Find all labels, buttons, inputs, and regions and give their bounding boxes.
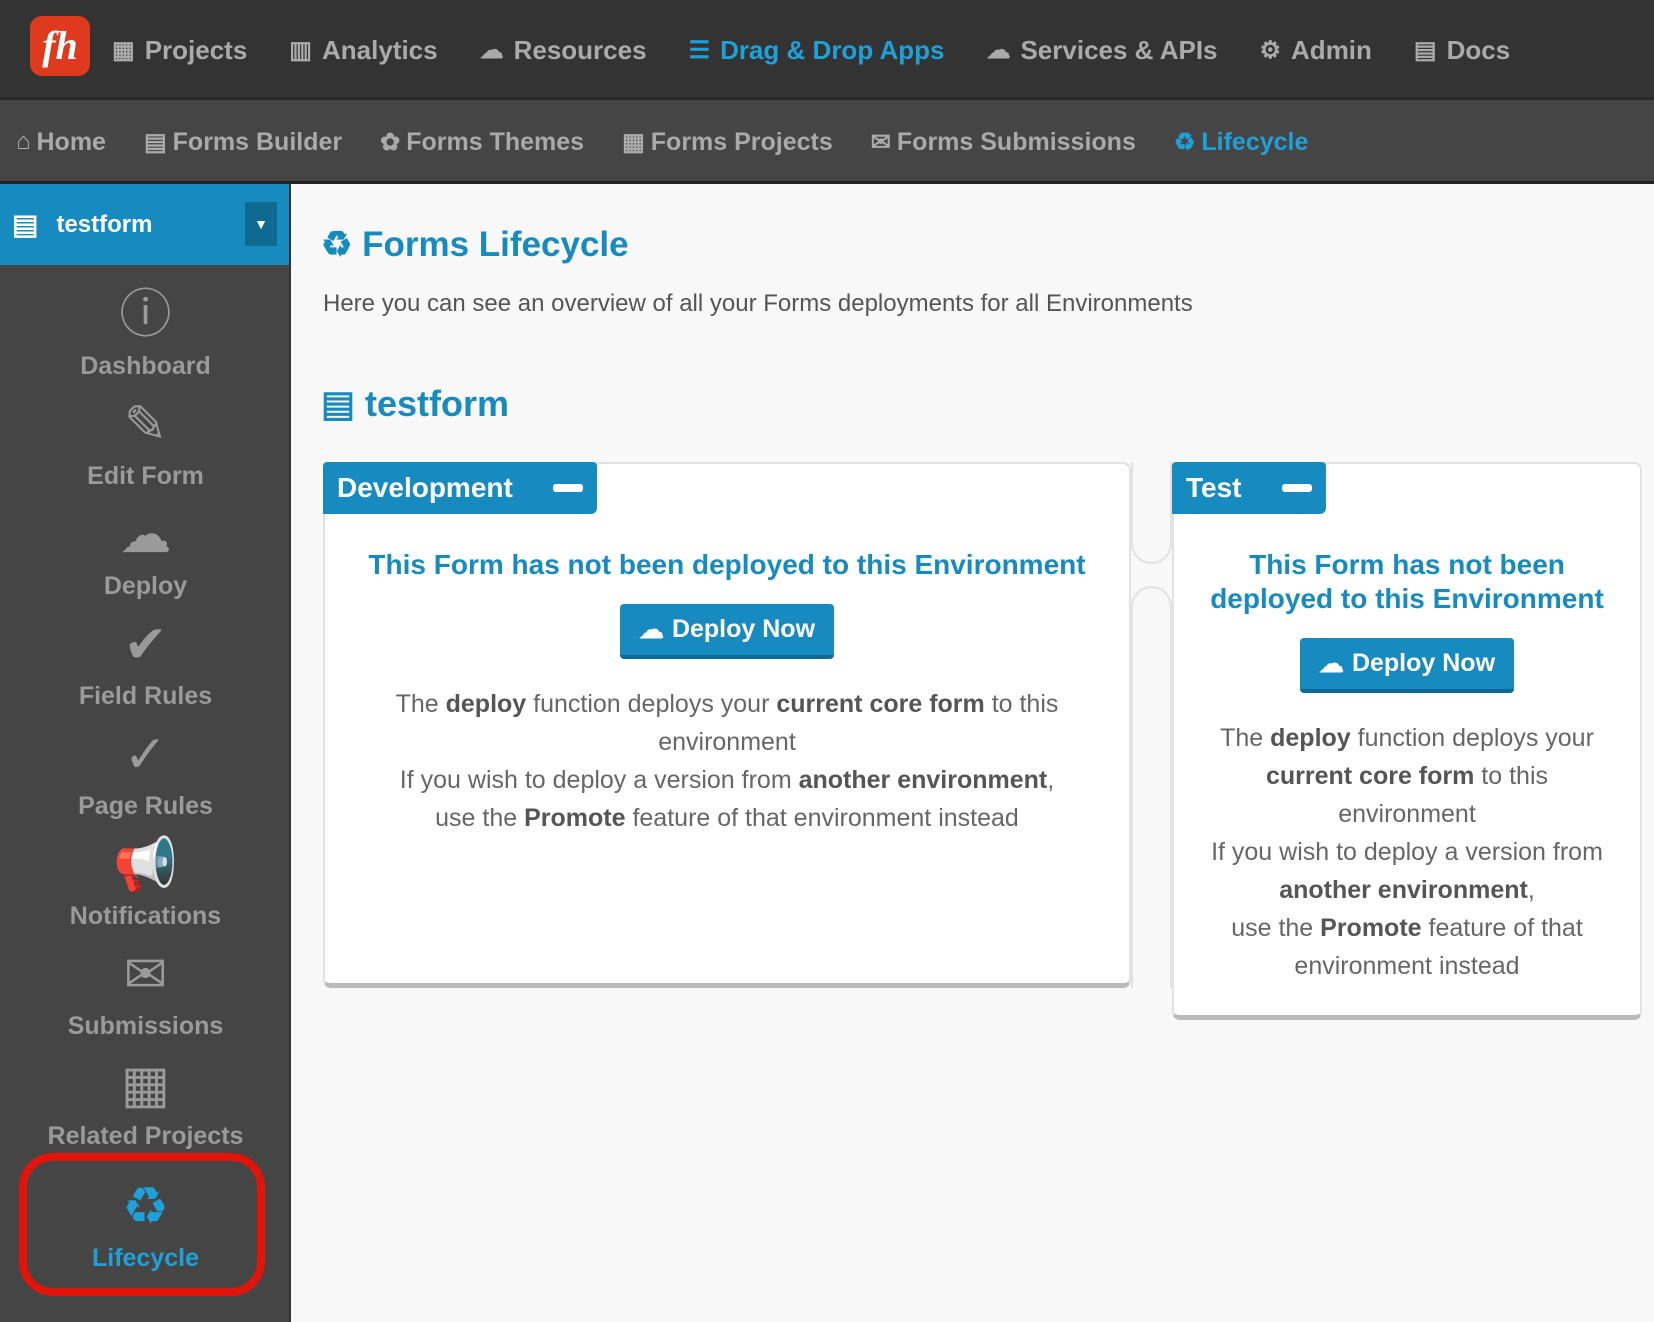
deploy-help-text: The deploy function deploys your current… xyxy=(1211,724,1603,980)
list-alt-icon: ▤ xyxy=(321,383,366,424)
sidebar-item-field-rules[interactable]: ✔ Field Rules xyxy=(0,614,291,711)
bullhorn-icon: 📢 xyxy=(113,836,178,894)
envelope-icon: ✉ xyxy=(870,128,891,156)
gears-icon: ⚙ xyxy=(1259,36,1282,64)
nav-admin[interactable]: ⚙ Admin xyxy=(1260,35,1372,66)
deploy-status: This Form has not been deployed to this … xyxy=(1210,549,1604,614)
sidebar-item-submissions[interactable]: ✉ Submissions xyxy=(0,944,291,1041)
info-icon: ⓘ xyxy=(119,286,172,344)
envelope-icon: ✉ xyxy=(123,946,168,1004)
top-nav: ▦ Projects ▥ Analytics ☁ Resources ☰ Drag & Dro… xyxy=(112,0,1510,100)
environment-tab: Test xyxy=(1172,462,1326,514)
subnav-forms-submissions[interactable]: ✉ Forms Submissions xyxy=(871,128,1136,157)
subnav-lifecycle[interactable]: ♻ Lifecycle xyxy=(1174,128,1309,157)
sidebar-item-notifications[interactable]: 📢 Notifications xyxy=(0,834,291,931)
recycle-icon: ♻ xyxy=(1173,128,1196,156)
edit-icon: ✎ xyxy=(123,396,168,454)
sub-navbar: ⌂ Home ▤ Forms Builder ✿ Forms Themes ▦ Forms P… xyxy=(0,100,1654,184)
subnav-home[interactable]: ⌂ Home xyxy=(16,128,106,157)
nav-services-apis[interactable]: ☁ Services & APIs xyxy=(986,35,1217,66)
cloud-upload-icon: ☁ xyxy=(986,36,1011,64)
nav-docs[interactable]: ▤ Docs xyxy=(1414,35,1510,66)
connector xyxy=(1131,462,1172,564)
tasks-icon: ☰ xyxy=(688,36,711,64)
nav-projects[interactable]: ▦ Projects xyxy=(112,35,247,66)
cloud-icon: ☁ xyxy=(1318,649,1344,678)
collapse-icon[interactable] xyxy=(1281,484,1312,492)
grid-icon: ▦ xyxy=(622,128,645,156)
deploy-help-text: The deploy function deploys your current… xyxy=(395,690,1059,832)
grid-icon: ▦ xyxy=(112,36,135,64)
book-icon: ▤ xyxy=(1413,36,1437,64)
grid-icon: ▦ xyxy=(120,1056,171,1114)
cloud-icon: ☁ xyxy=(119,506,172,564)
environment-card: Test This Form has not been deployed to … xyxy=(1172,462,1642,1020)
subnav-forms-projects[interactable]: ▦ Forms Projects xyxy=(622,128,833,157)
palette-icon: ✿ xyxy=(380,128,401,156)
subnav-forms-themes[interactable]: ✿ Forms Themes xyxy=(380,128,584,157)
cloud-icon: ☁ xyxy=(479,36,504,64)
home-icon: ⌂ xyxy=(16,128,31,155)
form-heading: ▤ testform xyxy=(321,383,510,424)
page-title: ♻ Forms Lifecycle xyxy=(321,225,629,264)
list-alt-icon: ▤ xyxy=(12,209,39,240)
check-circle-icon: ✔ xyxy=(123,616,168,674)
connector xyxy=(1131,586,1172,988)
subnav-forms-builder[interactable]: ▤ Forms Builder xyxy=(144,128,342,157)
nav-analytics[interactable]: ▥ Analytics xyxy=(289,35,437,66)
deploy-status: This Form has not been deployed to this … xyxy=(368,549,1086,580)
top-navbar: fh ▦ Projects ▥ Analytics ☁ Resources ☰ Drag & … xyxy=(0,0,1654,100)
caret-down-icon[interactable]: ▼ xyxy=(245,202,277,246)
deploy-now-button[interactable]: ☁ Deploy Now xyxy=(1300,638,1514,693)
environment-tab: Development xyxy=(323,462,597,514)
sidebar-item-page-rules[interactable]: ✓ Page Rules xyxy=(0,724,291,821)
cloud-icon: ☁ xyxy=(638,615,664,644)
recycle-icon: ♻ xyxy=(321,225,363,264)
deploy-now-button[interactable]: ☁ Deploy Now xyxy=(620,604,834,659)
form-name: testform xyxy=(56,210,153,238)
sidebar-item-edit-form[interactable]: ✎ Edit Form xyxy=(0,394,291,491)
list-alt-icon: ▤ xyxy=(143,128,167,156)
lifecycle-highlight-annotation xyxy=(19,1153,265,1296)
environment-card: Development This Form has not been deplo… xyxy=(323,462,1131,988)
sidebar: ▤ testform ▼ ⓘ Dashboard ✎ Edit Form ☁ Deploy… xyxy=(0,184,291,1322)
sidebar-item-deploy[interactable]: ☁ Deploy xyxy=(0,504,291,601)
check-circle-outline-icon: ✓ xyxy=(123,726,168,784)
sidebar-item-related-projects[interactable]: ▦ Related Projects xyxy=(0,1054,291,1151)
page-description: Here you can see an overview of all your… xyxy=(323,290,1193,317)
sidebar-item-dashboard[interactable]: ⓘ Dashboard xyxy=(0,284,291,381)
main-content: ♻ Forms Lifecycle Here you can see an ov… xyxy=(293,187,1654,487)
form-selector[interactable]: ▤ testform ▼ xyxy=(0,184,289,265)
collapse-icon[interactable] xyxy=(552,484,583,492)
bar-chart-icon: ▥ xyxy=(289,36,312,64)
nav-resources[interactable]: ☁ Resources xyxy=(480,35,647,66)
nav-drag-drop-apps[interactable]: ☰ Drag & Drop Apps xyxy=(689,35,945,66)
sub-nav: ⌂ Home ▤ Forms Builder ✿ Forms Themes ▦ Forms P… xyxy=(16,100,1308,184)
feedhenry-logo[interactable]: fh xyxy=(30,16,90,76)
